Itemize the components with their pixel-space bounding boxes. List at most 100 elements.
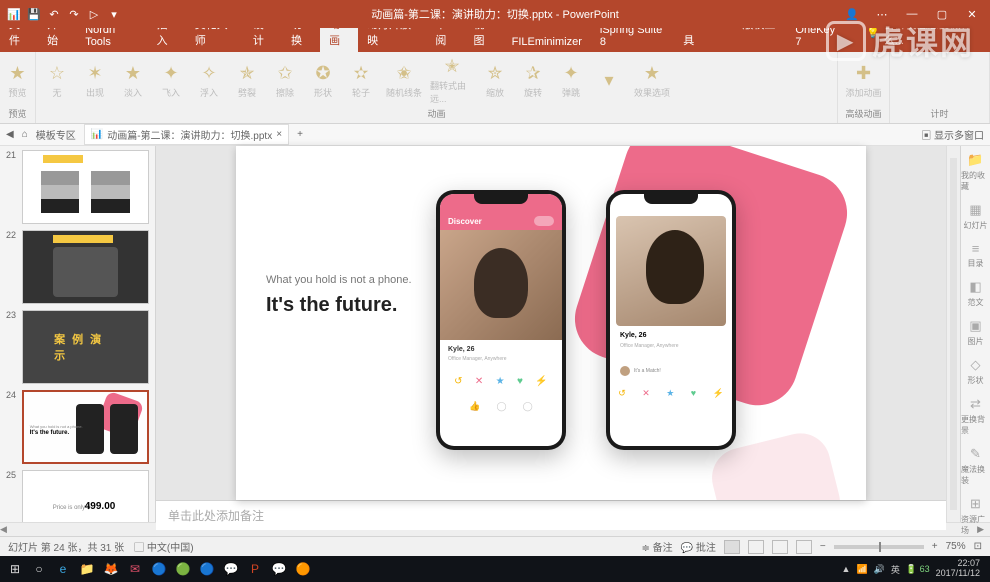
anim-growturn[interactable]: ✭翻转式由远... [430,57,474,105]
show-windows-link[interactable]: ▣ 显示多窗口 [921,127,984,142]
clock[interactable]: 22:07 2017/11/12 [936,559,980,579]
zoom-out-button[interactable]: − [820,541,826,552]
anim-wipe[interactable]: ✩擦除 [268,57,302,105]
add-anim-label: 添加动画 [845,86,881,99]
powerpoint-icon[interactable]: P [244,559,266,579]
tray-overflow-icon[interactable]: ▲ [842,564,851,574]
anim-flyin[interactable]: ✦飞入 [154,57,188,105]
qat-redo[interactable]: ↷ [66,6,82,22]
preview-button[interactable]: ★预览 [4,57,31,105]
anim-shape[interactable]: ✪形状 [306,57,340,105]
thumb-preview[interactable] [22,150,149,224]
thumb-21[interactable]: 21 [6,150,149,224]
app-icon-2[interactable]: 🟢 [172,559,194,579]
comments-toggle[interactable]: 💬 批注 [681,539,716,554]
chat-icon[interactable]: 💬 [220,559,242,579]
app-icon-3[interactable]: 🟠 [292,559,314,579]
view-slideshow-button[interactable] [796,540,812,554]
notes-toggle[interactable]: ≑ 备注 [642,539,673,554]
anim-randombars[interactable]: ✬随机线条 [382,57,426,105]
minimize-button[interactable]: — [898,3,926,25]
thumb-22[interactable]: 22 [6,230,149,304]
nav-back-icon[interactable]: ◀ [6,129,14,140]
rb-resources[interactable]: ⊞资源广场 [961,496,990,536]
view-sorter-button[interactable] [748,540,764,554]
rb-toc[interactable]: ≡目录 [968,241,984,269]
restore-button[interactable]: ▢ [928,3,956,25]
anim-none[interactable]: ☆无 [40,57,74,105]
vertical-scrollbar[interactable] [946,146,960,522]
battery-icon[interactable]: 🔋 63 [906,564,930,575]
rb-slides[interactable]: ▦幻灯片 [964,202,988,231]
phone-mockup-2[interactable]: Kyle, 26 Office Manager, Anywhere It's a… [606,190,736,450]
scroll-left-icon[interactable]: ◀ [0,524,7,535]
animations-gallery[interactable]: ☆无 ✶出现 ★淡入 ✦飞入 ✧浮入 ✯劈裂 ✩擦除 ✪形状 ✫轮子 ✬随机线条… [40,54,833,107]
home-icon[interactable]: ⌂ [22,129,28,140]
close-button[interactable]: ✕ [958,3,986,25]
zoom-slider[interactable] [834,545,924,549]
account-button[interactable]: 👤 [838,3,866,25]
anim-appear[interactable]: ✶出现 [78,57,112,105]
thumb-23[interactable]: 23 案 例 演 示 [6,310,149,384]
anim-bounce[interactable]: ✦弹跳 [554,57,588,105]
rb-favorites[interactable]: 📁我的收藏 [961,152,990,192]
start-button[interactable]: ⊞ [4,559,26,579]
phone-mockup-1[interactable]: Discover Kyle, 26 Office Manager, Anywhe… [436,190,566,450]
qat-undo[interactable]: ↶ [46,6,62,22]
cortana-button[interactable]: ○ [28,559,50,579]
explorer-icon[interactable]: 📁 [76,559,98,579]
anim-swivel[interactable]: ✰旋转 [516,57,550,105]
zoom-in-button[interactable]: + [932,541,938,552]
zoom-level[interactable]: 75% [946,541,966,552]
edge-icon[interactable]: e [52,559,74,579]
rb-images[interactable]: ▣图片 [968,318,984,347]
new-tab-button[interactable]: + [297,129,303,140]
ribbon-options-icon[interactable]: ⋯ [868,3,896,25]
network-icon[interactable]: 📶 [856,564,867,575]
slide-content[interactable]: What you hold is not a phone. It's the f… [236,146,866,500]
firefox-icon[interactable]: 🦊 [100,559,122,579]
slide-editor[interactable]: What you hold is not a phone. It's the f… [156,146,946,500]
add-animation-button[interactable]: ✚添加动画 [842,57,885,105]
tab-fileminimizer[interactable]: FILEminimizer [503,32,591,52]
ime-indicator[interactable]: 英 [891,563,900,576]
notes-pane[interactable]: 单击此处添加备注 [156,500,946,530]
slide-title[interactable]: It's the future. [266,294,397,317]
scroll-right-icon[interactable]: ▶ [977,524,984,535]
qat-start-slideshow[interactable]: ▷ [86,6,102,22]
volume-icon[interactable]: 🔊 [874,564,885,575]
thumb-preview[interactable] [22,230,149,304]
wechat-icon[interactable]: 💬 [268,559,290,579]
thumb-preview-active[interactable]: What you hold is not a phone. It's the f… [22,390,149,464]
mail-icon[interactable]: ✉ [124,559,146,579]
anim-wheel[interactable]: ✫轮子 [344,57,378,105]
slide-thumbnail-panel[interactable]: 21 22 23 案 例 演 示 24 What you hold is not… [0,146,156,522]
anim-fade[interactable]: ★淡入 [116,57,150,105]
qat-save[interactable]: 💾 [26,6,42,22]
qat-more[interactable]: ▾ [106,6,122,22]
rb-background[interactable]: ⇄更换背景 [961,396,990,436]
qq-icon[interactable]: 🔵 [196,559,218,579]
app-icon-1[interactable]: 🔵 [148,559,170,579]
view-normal-button[interactable] [724,540,740,554]
anim-gallery-more[interactable]: ▾ [592,57,626,105]
thumb-25[interactable]: 25 Price is only $ 499.00 [6,470,149,522]
thumb-preview[interactable]: 案 例 演 示 [22,310,149,384]
rb-templates[interactable]: ◧范文 [968,279,984,308]
thumb-24[interactable]: 24 What you hold is not a phone. It's th… [6,390,149,464]
slide-subtitle[interactable]: What you hold is not a phone. [266,274,412,286]
thumb-preview[interactable]: Price is only $ 499.00 [22,470,149,522]
app-icon[interactable]: 📊 [6,6,22,22]
view-reading-button[interactable] [772,540,788,554]
effect-options-button[interactable]: ★效果选项 [630,57,674,105]
fit-to-window-button[interactable]: ⊡ [974,541,982,552]
template-zone-link[interactable]: 模板专区 [36,127,76,142]
rb-shapes[interactable]: ◇形状 [968,357,984,386]
anim-split[interactable]: ✯劈裂 [230,57,264,105]
rb-magic[interactable]: ✎魔法换装 [961,446,990,486]
anim-floatin[interactable]: ✧浮入 [192,57,226,105]
anim-zoom[interactable]: ✮缩放 [478,57,512,105]
lang-indicator[interactable]: ▢ 中文(中国) [134,539,193,554]
document-tab-close[interactable]: × [276,129,282,140]
document-tab[interactable]: 📊 动画篇-第二课：演讲助力：切换.pptx × [84,124,289,145]
